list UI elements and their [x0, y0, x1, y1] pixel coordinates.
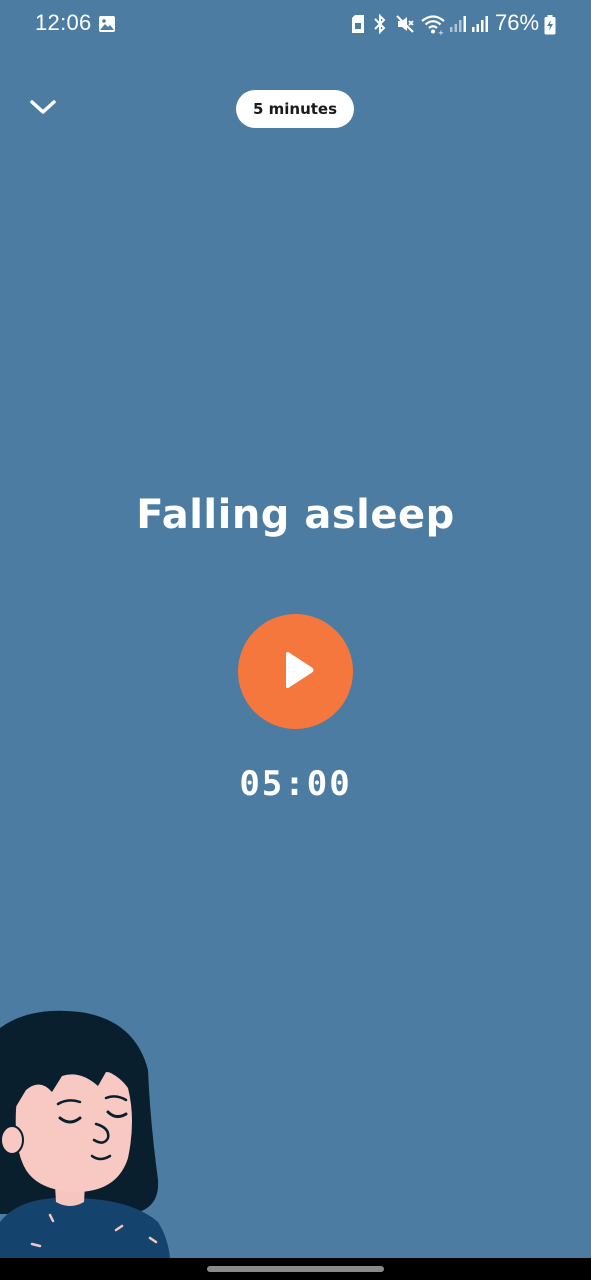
svg-text:+: +: [438, 29, 444, 35]
play-icon: [282, 651, 316, 693]
status-time: 12:06: [35, 10, 92, 35]
mute-icon: [395, 14, 415, 38]
battery-percent: 76%: [495, 10, 540, 35]
signal-icon-2: [471, 15, 489, 37]
image-icon: [98, 15, 116, 37]
status-bar: 12:06 + 76%: [0, 0, 591, 50]
system-nav-bar: [0, 1258, 591, 1280]
session-title: Falling asleep: [136, 492, 455, 538]
battery-charging-icon: [544, 15, 556, 39]
play-button[interactable]: [238, 614, 353, 729]
bluetooth-icon: [372, 13, 388, 38]
home-indicator[interactable]: [207, 1266, 384, 1272]
wifi-icon: +: [420, 13, 446, 39]
sim-icon: [351, 14, 365, 38]
sleeping-girl-illustration: [0, 1000, 190, 1258]
chevron-down-icon: [28, 97, 58, 121]
duration-pill[interactable]: 5 minutes: [236, 90, 354, 128]
collapse-button[interactable]: [24, 92, 62, 126]
signal-icon: [449, 15, 467, 37]
timer-display: 05:00: [239, 764, 352, 804]
player-screen: 12:06 + 76% 5 minutes Falling asleep 05:…: [0, 0, 591, 1258]
